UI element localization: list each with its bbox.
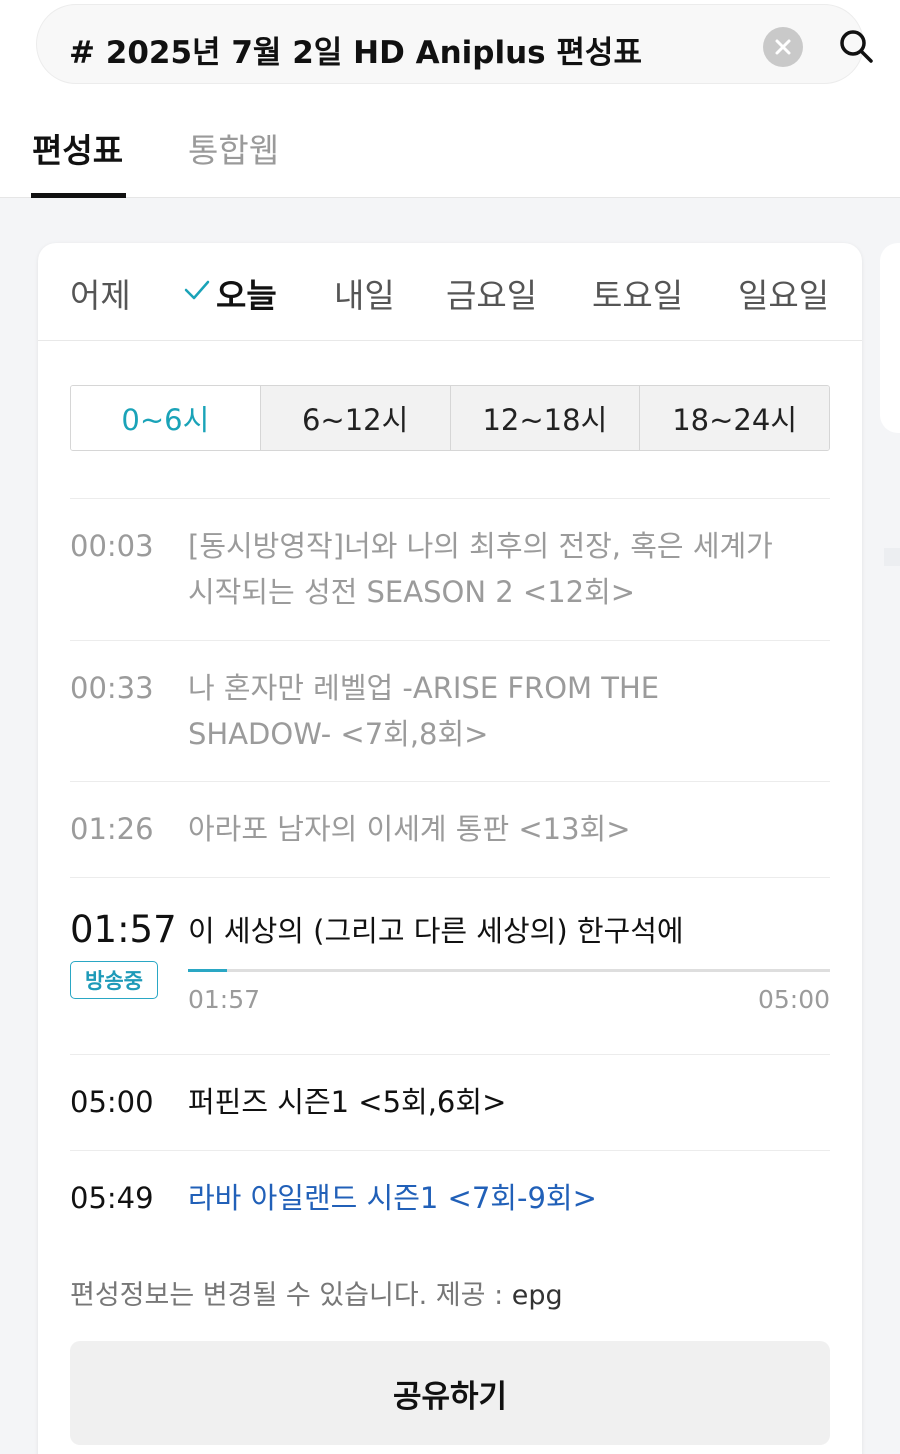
search-button[interactable] — [835, 25, 877, 67]
divider — [70, 1054, 830, 1055]
progress-start-time: 01:57 — [188, 985, 261, 1014]
program-title[interactable]: 퍼핀즈 시즌1 <5회,6회> — [188, 1079, 808, 1125]
program-time: 00:03 — [70, 529, 154, 563]
progress-end-time: 05:00 — [757, 985, 830, 1014]
schedule-card: 어제 오늘 내일 금요일 토요일 일요일 0~6시 6~12시 12~18시 1… — [38, 243, 862, 1454]
schedule-notice: 편성정보는 변경될 수 있습니다. 제공 : epg — [70, 1273, 563, 1312]
divider — [70, 781, 830, 782]
slot-6-12[interactable]: 6~12시 — [259, 386, 450, 450]
day-tab-tomorrow[interactable]: 내일 — [334, 269, 395, 317]
on-air-badge: 방송중 — [70, 961, 158, 999]
slot-18-24[interactable]: 18~24시 — [639, 386, 829, 450]
slot-0-6[interactable]: 0~6시 — [71, 386, 260, 450]
top-header: # 2025년 7월 2일 HD Aniplus 편성표 편성표 통합웹 — [0, 0, 900, 198]
program-time: 00:33 — [70, 671, 154, 705]
slot-12-18[interactable]: 12~18시 — [449, 386, 640, 450]
program-time: 05:00 — [70, 1085, 154, 1119]
day-tab-today[interactable]: 오늘 — [216, 269, 277, 317]
program-title[interactable]: [동시방영작]너와 나의 최후의 전장, 혹은 세계가 시작되는 성전 SEAS… — [188, 523, 808, 615]
current-program-title[interactable]: 이 세상의 (그리고 다른 세상의) 한구석에 — [188, 908, 808, 954]
day-tab-sunday[interactable]: 일요일 — [738, 269, 829, 317]
broadcast-progress — [188, 969, 830, 972]
program-title[interactable]: 나 혼자만 레벨업 -ARISE FROM THE SHADOW- <7회,8회… — [188, 665, 808, 757]
clear-search-button[interactable] — [763, 27, 803, 67]
program-time: 05:49 — [70, 1181, 154, 1215]
current-program-time: 01:57 — [70, 908, 177, 951]
time-slot-selector: 0~6시 6~12시 12~18시 18~24시 — [70, 385, 830, 451]
day-tab-friday[interactable]: 금요일 — [446, 269, 537, 317]
next-card-edge — [880, 243, 900, 433]
day-tabs: 어제 오늘 내일 금요일 토요일 일요일 — [38, 243, 862, 341]
program-title[interactable]: 아라포 남자의 이세계 통판 <13회> — [188, 806, 808, 852]
notice-text: 편성정보는 변경될 수 있습니다. 제공 : — [70, 1280, 512, 1311]
tab-schedule[interactable]: 편성표 — [32, 124, 123, 172]
divider — [70, 498, 830, 499]
close-icon — [775, 39, 791, 55]
search-icon — [840, 30, 873, 63]
broadcast-progress-fill — [188, 969, 227, 972]
divider — [70, 640, 830, 641]
active-tab-indicator — [31, 193, 126, 198]
notice-source: epg — [511, 1280, 563, 1311]
day-tab-saturday[interactable]: 토요일 — [592, 269, 683, 317]
search-bar[interactable]: # 2025년 7월 2일 HD Aniplus 편성표 — [36, 4, 873, 84]
check-icon — [184, 280, 210, 300]
day-tab-yesterday[interactable]: 어제 — [70, 269, 131, 317]
divider — [70, 1150, 830, 1151]
share-button[interactable]: 공유하기 — [70, 1341, 830, 1445]
program-time: 01:26 — [70, 812, 154, 846]
search-query[interactable]: # 2025년 7월 2일 HD Aniplus 편성표 — [69, 27, 642, 72]
tab-integrated-web[interactable]: 통합웹 — [188, 124, 279, 172]
next-card-strip — [884, 548, 900, 566]
program-title-link[interactable]: 라바 아일랜드 시즌1 <7회-9회> — [188, 1175, 808, 1221]
divider — [70, 877, 830, 878]
